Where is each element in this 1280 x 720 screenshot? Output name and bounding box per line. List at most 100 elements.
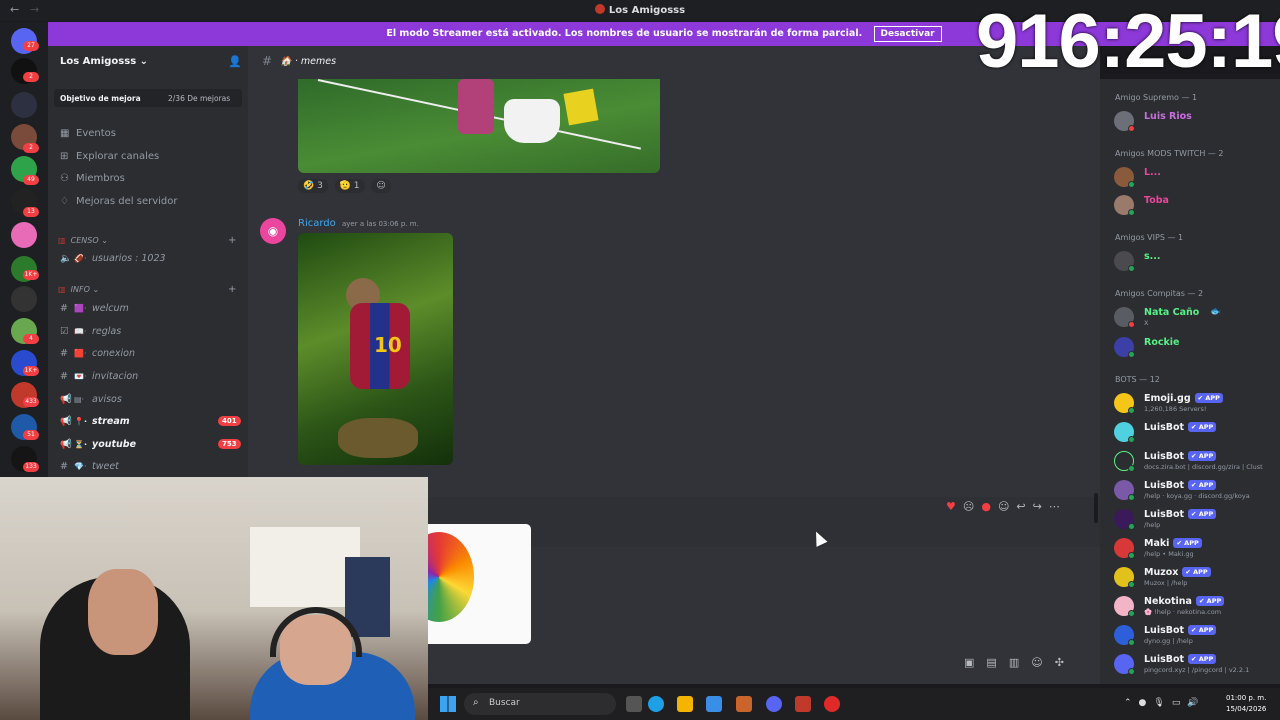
taskbar-search[interactable]: ⌕ Buscar <box>464 693 616 715</box>
angry-reaction-icon[interactable]: ● <box>981 500 998 513</box>
server-icon[interactable] <box>11 92 37 118</box>
channel-welcum[interactable]: # 🟪· welcum <box>60 303 240 314</box>
channel-sidebar: Los Amigosss ⌄ 👤 Objetivo de mejora 2/36… <box>48 46 248 482</box>
hash-icon: # <box>262 54 273 68</box>
status-dot <box>1128 321 1135 328</box>
apps-icon[interactable]: ✣ <box>1055 656 1076 669</box>
channel-invitacion[interactable]: # 💌· invitacion <box>60 371 240 382</box>
member-item[interactable]: LuisBot ✔ APP docs.zira.bot | discord.gg/z… <box>1114 449 1280 473</box>
member-item[interactable]: L... <box>1114 165 1280 189</box>
status-dot <box>1128 668 1135 675</box>
channel-emoji-icon: 💎· <box>74 462 87 471</box>
member-name: Muzox ✔ APP <box>1144 567 1211 578</box>
boost-goal-bar[interactable]: Objetivo de mejora 2/36 De mejoras <box>54 89 242 107</box>
channel-tweet[interactable]: # 💎· tweet <box>60 461 240 472</box>
message-author[interactable]: Ricardo <box>298 218 336 229</box>
server-icon[interactable] <box>11 222 37 248</box>
channel-youtube[interactable]: 📢 ⏳· youtube 753 <box>60 439 241 450</box>
add-channel-icon[interactable]: + <box>228 284 236 295</box>
member-item[interactable]: LuisBot ✔ APP/help <box>1114 507 1280 531</box>
channel-stream[interactable]: 📢 📍· stream 401 <box>60 416 241 427</box>
reaction-button[interactable]: 🫡 1 <box>334 179 365 193</box>
volume-icon[interactable]: 🔊 <box>1187 698 1205 708</box>
meme-image-clown[interactable] <box>428 524 531 644</box>
channel-label: usuarios : 1023 <box>92 253 166 264</box>
add-channel-icon[interactable]: + <box>228 235 236 246</box>
windows-start-icon[interactable] <box>440 696 456 712</box>
member-item[interactable]: LuisBot ✔ APP <box>1114 420 1280 444</box>
category-icon: ▥ <box>58 285 66 294</box>
system-tray[interactable]: ⌃●🎙▭🔊 <box>1124 698 1206 708</box>
member-item[interactable]: LuisBot ✔ APP dyno.gg | /help <box>1114 623 1280 647</box>
sticker-icon[interactable]: ▥ <box>1009 656 1031 669</box>
taskbar-clock[interactable]: 01:00 p. m. 15/04/2026 <box>1226 693 1266 715</box>
member-item[interactable]: Nata Caño 🐟 X <box>1114 305 1280 329</box>
member-item[interactable]: Rockie <box>1114 335 1280 359</box>
member-item[interactable]: Luis Rios <box>1114 109 1280 133</box>
tray-app-icon[interactable]: ● <box>1139 698 1154 708</box>
channel-emoji-icon: 🟪· <box>74 304 87 313</box>
network-icon[interactable]: ▭ <box>1172 698 1188 708</box>
gift-icon[interactable]: ▣ <box>964 656 986 669</box>
meme-image-toilet[interactable] <box>298 79 660 173</box>
status-dot <box>1128 552 1135 559</box>
file-explorer-icon[interactable] <box>677 696 693 712</box>
more-options-icon[interactable]: ⋯ <box>1049 500 1067 513</box>
invite-people-icon[interactable]: 👤 <box>228 55 242 68</box>
image-flag <box>563 88 599 126</box>
channel-conexion[interactable]: # 🟥· conexion <box>60 348 240 359</box>
webcam-overlay <box>0 477 428 720</box>
member-name: L... <box>1144 167 1161 178</box>
channel-avisos[interactable]: 📢 ▤· avisos <box>60 394 240 405</box>
forward-icon[interactable]: ↪ <box>1033 500 1049 513</box>
edge-icon[interactable] <box>648 696 664 712</box>
reply-icon[interactable]: ↩ <box>1016 500 1032 513</box>
channel-reglas[interactable]: ☑ 📖· reglas <box>60 326 240 337</box>
add-reaction-icon[interactable]: ☺ <box>998 500 1016 513</box>
face-reaction-icon[interactable]: ☹ <box>963 500 981 513</box>
nav-server-boosts[interactable]: ♢ Mejoras del servidor <box>60 196 178 207</box>
server-icon[interactable] <box>11 286 37 312</box>
emoji-icon[interactable]: ☺ <box>1031 656 1054 669</box>
mic-icon[interactable]: 🎙 <box>1153 698 1171 708</box>
store-icon[interactable] <box>706 696 722 712</box>
server-header[interactable]: Los Amigosss ⌄ 👤 <box>48 46 248 79</box>
nav-label: Mejoras del servidor <box>76 196 178 207</box>
chat-scrollbar[interactable] <box>1094 493 1098 523</box>
member-item[interactable]: Muzox ✔ APP Muzox | /help <box>1114 565 1280 589</box>
member-item[interactable]: s... <box>1114 249 1280 273</box>
channel-emoji-icon: 📍· <box>74 417 87 426</box>
reaction-button[interactable]: 🤣 3 <box>298 179 328 193</box>
member-item[interactable]: Emoji.gg ✔ APP 1,260,186 Servers! <box>1114 391 1280 415</box>
member-item[interactable]: Nekotina ✔ APP 🌸 !help · nekotina.com <box>1114 594 1280 618</box>
member-item[interactable]: LuisBot ✔ APP pingcord.xyz | /pingcord | v… <box>1114 652 1280 676</box>
chevron-up-icon[interactable]: ⌃ <box>1124 698 1139 708</box>
category-icon: ▥ <box>58 236 66 245</box>
member-item[interactable]: Maki ✔ APP/help • Maki.gg <box>1114 536 1280 560</box>
discord-icon[interactable] <box>766 696 782 712</box>
opera-icon[interactable] <box>824 696 840 712</box>
nav-events[interactable]: ▦ Eventos <box>60 128 116 139</box>
mention-count-badge: 753 <box>218 439 241 449</box>
member-item[interactable]: Toba <box>1114 193 1280 217</box>
channel-emoji-icon: 🟥· <box>74 349 87 358</box>
app-icon[interactable] <box>736 696 752 712</box>
add-reaction-button[interactable]: ☺ <box>371 179 391 193</box>
nav-members[interactable]: ⚇ Miembros <box>60 173 125 184</box>
author-avatar[interactable]: ◉ <box>260 218 286 244</box>
nav-browse-channels[interactable]: ⊞ Explorar canales <box>60 151 159 162</box>
member-status: X <box>1144 319 1149 327</box>
streamer-mode-text: El modo Streamer está activado. Los nomb… <box>386 28 863 39</box>
channel-emoji-icon: ▤· <box>74 395 85 404</box>
meme-image-monkey[interactable]: 10 <box>298 233 453 465</box>
disable-streamer-mode-button[interactable]: Desactivar <box>873 26 942 42</box>
server-name-wrap[interactable]: Los Amigosss ⌄ <box>60 56 148 67</box>
category-censo[interactable]: ▥ CENSO ⌄ + <box>58 235 236 246</box>
gif-icon[interactable]: ▤ <box>986 656 1008 669</box>
category-info[interactable]: ▥ INFO ⌄ + <box>58 284 236 295</box>
channel-usuarios[interactable]: 🔈 🏈· usuarios : 1023 <box>60 253 240 264</box>
app-icon[interactable] <box>795 696 811 712</box>
member-item[interactable]: LuisBot ✔ APP/help · koya.gg · discord.gg… <box>1114 478 1280 502</box>
task-view-icon[interactable] <box>626 696 642 712</box>
heart-reaction-icon[interactable]: ♥ <box>946 500 963 513</box>
